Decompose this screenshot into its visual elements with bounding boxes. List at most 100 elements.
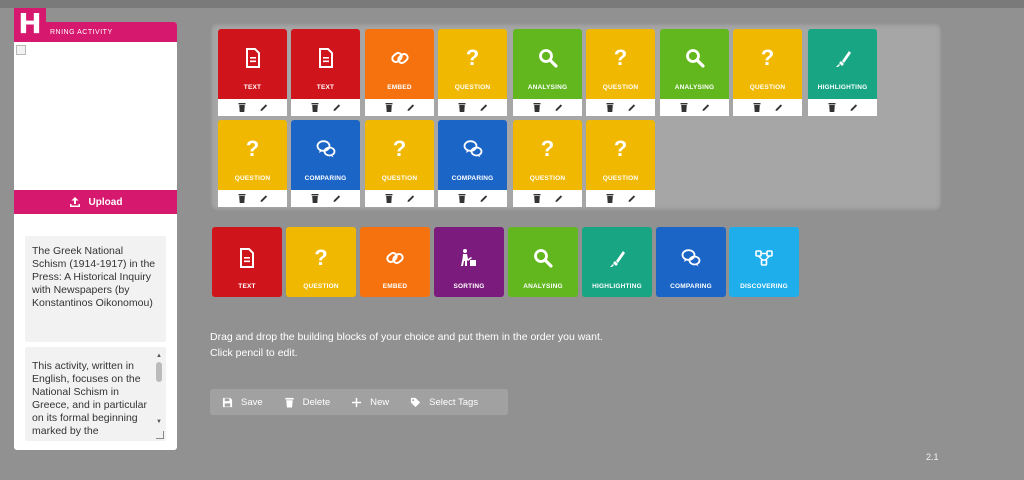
block-label: QUESTION [303,283,339,290]
sequence-block-question[interactable]: ? QUESTION [365,120,434,207]
delete-block-icon[interactable] [458,99,466,117]
sequence-block-question[interactable]: ? QUESTION [586,29,655,116]
edit-pencil-icon[interactable] [480,190,488,208]
edit-pencil-icon[interactable] [555,190,563,208]
block-face[interactable]: ? QUESTION [513,120,582,190]
delete-block-icon[interactable] [311,190,319,208]
plus-icon [352,397,362,407]
question-icon: ? [314,245,328,270]
delete-block-icon[interactable] [533,190,541,208]
block-label: QUESTION [602,175,639,182]
delete-block-icon[interactable] [385,99,393,117]
sequence-block-comparing[interactable]: COMPARING [438,120,507,207]
scroll-down-icon[interactable]: ▼ [155,416,163,429]
sequence-block-comparing[interactable]: COMPARING [291,120,360,207]
block-tools [291,190,360,207]
edit-pencil-icon[interactable] [702,99,710,117]
upload-button[interactable]: Upload [14,190,177,214]
resize-handle-icon[interactable] [156,431,164,439]
block-face[interactable]: ANALYSING [660,29,729,99]
palette-block-sorting[interactable]: SORTING [434,227,504,297]
activity-image [14,42,177,207]
save-button[interactable]: Save [222,397,263,408]
edit-pencil-icon[interactable] [628,99,636,117]
sequence-block-text[interactable]: TEXT [291,29,360,116]
block-face[interactable]: ? QUESTION [733,29,802,99]
block-face[interactable]: COMPARING [438,120,507,190]
new-button[interactable]: New [351,397,389,408]
block-face[interactable]: ANALYSING [513,29,582,99]
edit-pencil-icon[interactable] [480,99,488,117]
delete-block-icon[interactable] [458,190,466,208]
block-label: COMPARING [670,283,712,290]
floppy-icon [222,397,233,407]
magnifier-icon [537,47,559,69]
block-face[interactable]: TEXT [291,29,360,99]
scrollbar-thumb[interactable] [156,362,162,382]
edit-pencil-icon[interactable] [260,190,268,208]
sequence-block-question[interactable]: ? QUESTION [218,120,287,207]
activity-description-field[interactable]: This activity, written in English, focus… [25,347,166,441]
delete-block-icon[interactable] [606,190,614,208]
delete-block-icon[interactable] [606,99,614,117]
edit-pencil-icon[interactable] [628,190,636,208]
broken-image-icon [16,45,26,55]
sequence-block-question[interactable]: ? QUESTION [438,29,507,116]
sequence-block-text[interactable]: TEXT [218,29,287,116]
palette-block-text[interactable]: TEXT [212,227,282,297]
edit-pencil-icon[interactable] [555,99,563,117]
block-tools [586,190,655,207]
block-face[interactable]: ? QUESTION [438,29,507,99]
palette-block-discovering[interactable]: DISCOVERING [729,227,799,297]
block-face[interactable]: HIGHLIGHTING [808,29,877,99]
block-face[interactable]: EMBED [365,29,434,99]
palette-block-embed[interactable]: EMBED [360,227,430,297]
delete-block-icon[interactable] [238,99,246,117]
question-icon: ? [465,45,480,70]
sequence-block-question[interactable]: ? QUESTION [733,29,802,116]
edit-pencil-icon[interactable] [775,99,783,117]
question-icon: ? [392,136,407,161]
edit-pencil-icon[interactable] [333,99,341,117]
delete-block-icon[interactable] [311,99,319,117]
edit-pencil-icon[interactable] [850,99,858,117]
block-tools [218,99,287,116]
block-face[interactable]: ? QUESTION [586,120,655,190]
delete-block-icon[interactable] [238,190,246,208]
block-tools [513,190,582,207]
activity-title-field[interactable]: The Greek National Schism (1914-1917) in… [25,236,166,342]
edit-pencil-icon[interactable] [260,99,268,117]
delete-block-icon[interactable] [533,99,541,117]
palette-block-question[interactable]: ? QUESTION [286,227,356,297]
sequence-block-analysing[interactable]: ANALYSING [660,29,729,116]
sequence-area[interactable]: TEXT TEXT EMBED? QUESTION ANALYSING? QUESTION… [210,23,942,211]
block-label: COMPARING [451,175,494,182]
edit-pencil-icon[interactable] [333,190,341,208]
block-face[interactable]: TEXT [218,29,287,99]
sequence-block-analysing[interactable]: ANALYSING [513,29,582,116]
delete-block-icon[interactable] [385,190,393,208]
palette-block-analysing[interactable]: ANALYSING [508,227,578,297]
description-scrollbar[interactable]: ▲ ▼ [155,350,163,430]
delete-block-icon[interactable] [828,99,836,117]
select-tags-button[interactable]: Select Tags [410,397,478,408]
delete-block-icon[interactable] [753,99,761,117]
edit-pencil-icon[interactable] [407,99,415,117]
edit-pencil-icon[interactable] [407,190,415,208]
palette-block-comparing[interactable]: COMPARING [656,227,726,297]
app-logo[interactable]: H [14,8,46,40]
sequence-block-embed[interactable]: EMBED [365,29,434,116]
block-tools [218,190,287,207]
question-icon: ? [613,136,628,161]
block-face[interactable]: ? QUESTION [586,29,655,99]
block-label: TEXT [243,84,262,91]
delete-block-icon[interactable] [680,99,688,117]
sequence-block-question[interactable]: ? QUESTION [513,120,582,207]
delete-button[interactable]: Delete [284,397,330,408]
palette-block-highlighting[interactable]: HIGHLIGHTING [582,227,652,297]
block-face[interactable]: COMPARING [291,120,360,190]
block-face[interactable]: ? QUESTION [365,120,434,190]
sequence-block-highlighting[interactable]: HIGHLIGHTING [808,29,877,116]
sequence-block-question[interactable]: ? QUESTION [586,120,655,207]
block-face[interactable]: ? QUESTION [218,120,287,190]
